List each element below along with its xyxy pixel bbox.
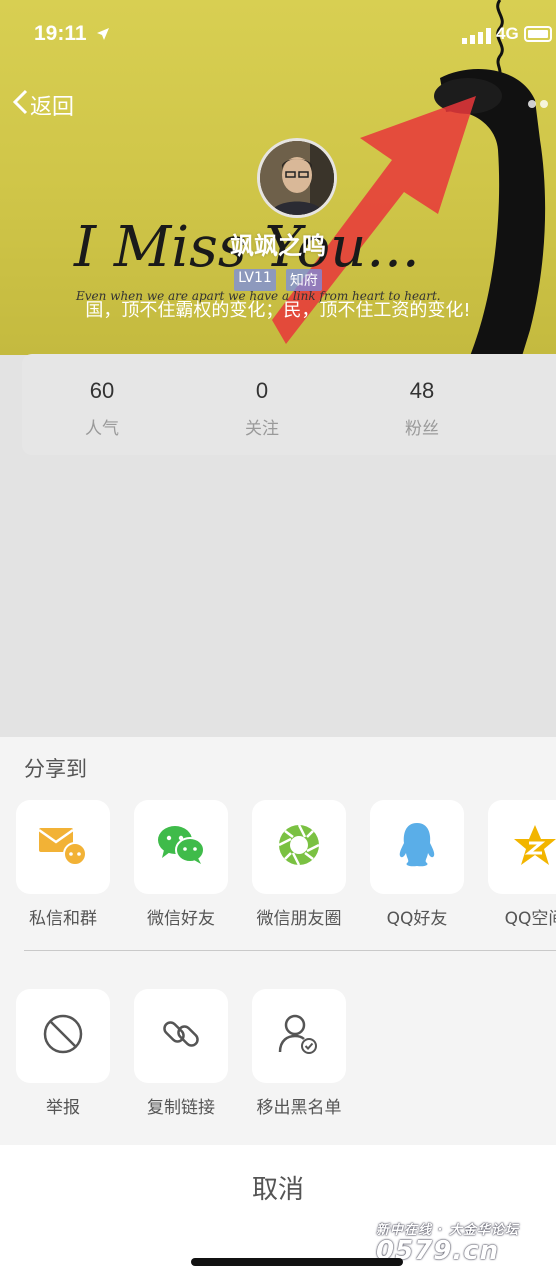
share-sheet-title: 分享到 [24,757,87,781]
location-arrow-icon [96,26,110,45]
share-label: 微信朋友圈 [256,909,342,929]
share-tile[interactable] [134,800,228,894]
qzone-icon [512,823,556,871]
more-button[interactable] [528,94,552,113]
stat-following[interactable]: 0 关注 [182,354,342,455]
back-label: 返回 [30,95,75,120]
stat-label: 人气 [85,419,119,439]
share-tile[interactable] [488,800,556,894]
share-sheet: 分享到 私信和群 微信好友 微信朋友圈 QQ好友 QQ空 举报 复制链接 移出黑… [0,737,556,1278]
home-indicator[interactable] [191,1258,403,1266]
qq-icon [397,821,437,873]
share-tile[interactable] [370,800,464,894]
avatar-image [260,141,334,215]
stat-popularity[interactable]: 60 人气 [22,354,182,455]
share-private-message-button[interactable]: 私信和群 [16,800,110,929]
avatar[interactable] [257,138,337,218]
status-time: 19:11 [34,22,87,45]
wechat-moments-icon [277,823,321,871]
stat-label: 关注 [245,419,279,439]
profile-bio: 国，顶不住霸权的变化；民，顶不住工资的变化! [85,300,471,321]
action-tile[interactable] [134,989,228,1083]
back-button[interactable]: 返回 [12,88,74,122]
stat-followers[interactable]: 48 粉丝 [342,354,502,455]
action-row: 举报 复制链接 移出黑名单 [16,989,346,1118]
user-check-icon [277,1012,321,1060]
network-type: 4G [496,24,519,43]
cancel-label: 取消 [251,1175,304,1205]
rank-badge: 知府 [285,269,322,291]
share-label: 私信和群 [29,909,97,929]
share-target-row: 私信和群 微信好友 微信朋友圈 QQ好友 QQ空 [16,800,556,929]
share-label: QQ好友 [386,909,448,929]
action-label: 举报 [46,1098,80,1118]
remove-from-blacklist-button[interactable]: 移出黑名单 [252,989,346,1118]
action-tile[interactable] [16,989,110,1083]
stat-value: 0 [255,378,269,403]
copy-link-button[interactable]: 复制链接 [134,989,228,1118]
stats-card: 60 人气 0 关注 48 粉丝 [22,354,556,455]
stat-value: 60 [89,378,115,403]
status-bar: 19:11 4G [0,18,556,54]
username: 飒飒之鸣 [230,232,326,260]
stat-label: 粉丝 [405,419,439,439]
share-qq-friend-button[interactable]: QQ好友 [370,800,464,929]
action-tile[interactable] [252,989,346,1083]
share-tile[interactable] [16,800,110,894]
share-label: 微信好友 [147,909,215,929]
stat-value: 48 [409,378,435,403]
share-sheet-divider [24,950,556,951]
wechat-icon [156,824,206,870]
profile-cover: I Miss You... Even when we are apart we … [0,0,556,470]
more-dots-icon [528,94,552,113]
badge-row: LV11 知府 [0,269,556,291]
share-wechat-friend-button[interactable]: 微信好友 [134,800,228,929]
chevron-left-icon [12,89,30,121]
link-icon [159,1012,203,1060]
action-label: 复制链接 [147,1098,215,1118]
share-wechat-moments-button[interactable]: 微信朋友圈 [252,800,346,929]
share-label: QQ空间 [504,909,556,929]
block-icon [42,1013,84,1059]
report-button[interactable]: 举报 [16,989,110,1118]
signal-icon [462,28,492,48]
share-qzone-button[interactable]: QQ空间 [488,800,556,929]
share-tile[interactable] [252,800,346,894]
action-label: 移出黑名单 [256,1098,342,1118]
level-badge: LV11 [234,269,276,291]
envelope-chat-icon [37,824,89,870]
battery-icon [524,26,554,46]
